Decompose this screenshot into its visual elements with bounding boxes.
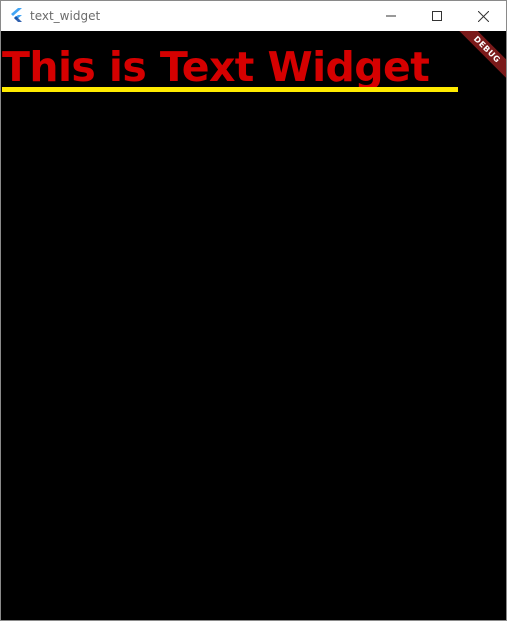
- maximize-icon: [432, 11, 442, 21]
- title-bar[interactable]: text_widget: [1, 1, 506, 31]
- close-button[interactable]: [460, 1, 506, 31]
- minimize-icon: [386, 15, 396, 17]
- window-controls: [368, 1, 506, 31]
- maximize-button[interactable]: [414, 1, 460, 31]
- debug-banner-label: DEBUG: [452, 31, 506, 84]
- headline-underline: [2, 87, 458, 92]
- app-window: text_widget This is Text Widget DEBUG: [0, 0, 507, 621]
- debug-banner: DEBUG: [451, 31, 506, 87]
- minimize-button[interactable]: [368, 1, 414, 31]
- close-icon: [477, 10, 489, 22]
- flutter-icon: [10, 8, 24, 24]
- headline-text: This is Text Widget: [2, 43, 430, 91]
- window-title: text_widget: [30, 9, 101, 23]
- app-content: This is Text Widget DEBUG: [1, 31, 506, 620]
